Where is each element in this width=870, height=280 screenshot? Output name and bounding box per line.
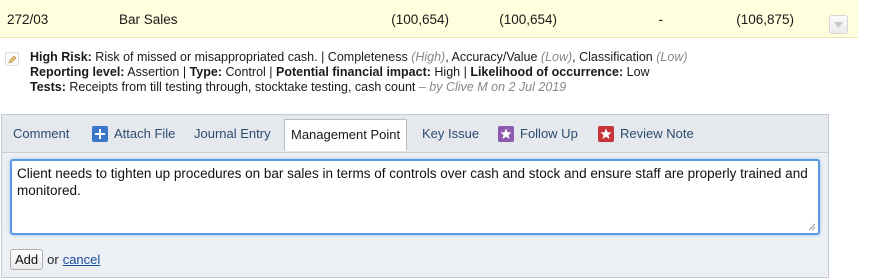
row-expand-toggle[interactable] <box>829 15 848 34</box>
plus-icon <box>92 126 108 142</box>
separator: | <box>182 65 187 79</box>
tab-attach-file[interactable]: Attach File <box>86 119 181 149</box>
impact-value: High <box>434 65 461 79</box>
account-value-2: (100,654) <box>499 12 557 27</box>
tab-label: Management Point <box>291 127 401 142</box>
risk-details: High Risk: Risk of missed or misappropri… <box>0 46 858 98</box>
likelihood-value: Low <box>626 65 650 79</box>
classification-label: , Classification <box>572 50 653 64</box>
tab-label: Key Issue <box>422 126 480 141</box>
risk-line-2: Reporting level: Assertion | Type: Contr… <box>30 65 688 80</box>
resize-grip-icon[interactable] <box>808 223 816 231</box>
completeness-level: (High) <box>411 50 446 64</box>
pencil-icon <box>8 55 17 64</box>
form-actions: Add or cancel <box>10 248 100 270</box>
classification-level: (Low) <box>656 50 688 64</box>
account-value-3: - <box>658 12 664 27</box>
tab-journal-entry[interactable]: Journal Entry <box>188 119 277 149</box>
tests-label: Tests: <box>30 80 66 94</box>
separator: | <box>269 65 273 79</box>
accuracy-label: , Accuracy/Value <box>445 50 538 64</box>
tab-review-note[interactable]: Review Note <box>592 119 700 149</box>
risk-level-label: High Risk: <box>30 50 92 64</box>
account-value-1: (100,654) <box>391 12 449 27</box>
edit-risk-button[interactable] <box>5 52 19 66</box>
type-value: Control <box>225 65 266 79</box>
note-editor: Client needs to tighten up procedures on… <box>10 159 820 235</box>
risk-line-3: Tests: Receipts from till testing throug… <box>30 80 688 95</box>
star-icon <box>498 126 514 142</box>
or-text: or <box>47 251 59 267</box>
tab-label: Follow Up <box>520 126 578 141</box>
tab-label: Comment <box>13 126 70 141</box>
note-textarea[interactable]: Client needs to tighten up procedures on… <box>12 161 818 233</box>
type-label: Type: <box>189 65 223 79</box>
comment-type-tabs: Comment Attach File Journal Entry Manage… <box>2 115 828 153</box>
account-name: Bar Sales <box>119 12 178 27</box>
tab-follow-up[interactable]: Follow Up <box>492 119 584 149</box>
account-row: 272/03 Bar Sales (100,654) (100,654) - (… <box>0 0 858 38</box>
tab-key-issue[interactable]: Key Issue <box>416 119 485 149</box>
tests-value: Receipts from till testing through, stoc… <box>69 80 416 94</box>
tab-label: Review Note <box>620 126 694 141</box>
risk-line-1: High Risk: Risk of missed or misappropri… <box>30 50 688 65</box>
separator: | <box>463 65 467 79</box>
add-button[interactable]: Add <box>10 248 44 270</box>
cancel-link[interactable]: cancel <box>63 252 101 267</box>
author-byline: – by Clive M on 2 Jul 2019 <box>418 80 567 94</box>
impact-label: Potential financial impact: <box>276 65 431 79</box>
risk-description: Risk of missed or misappropriated cash. … <box>95 50 408 64</box>
account-value-4: (106,875) <box>736 12 794 27</box>
reporting-level-value: Assertion <box>127 65 180 79</box>
star-icon <box>598 126 614 142</box>
tab-management-point[interactable]: Management Point <box>284 119 408 151</box>
tab-label: Journal Entry <box>194 126 271 141</box>
chevron-down-icon <box>834 22 843 28</box>
tab-comment[interactable]: Comment <box>7 119 75 149</box>
accuracy-level: (Low) <box>540 50 573 64</box>
likelihood-label: Likelihood of occurrence: <box>470 65 624 79</box>
reporting-level-label: Reporting level: <box>30 65 125 79</box>
account-code: 272/03 <box>7 12 49 27</box>
tab-label: Attach File <box>114 126 176 141</box>
comment-panel: Comment Attach File Journal Entry Manage… <box>1 114 829 278</box>
